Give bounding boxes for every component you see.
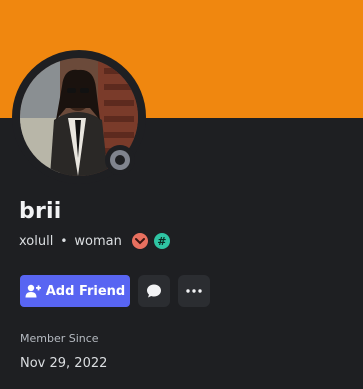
ellipsis-icon — [186, 289, 202, 293]
add-user-icon — [25, 284, 41, 298]
member-since-label: Member Since — [20, 332, 99, 345]
separator-dot: • — [60, 234, 68, 248]
username: xolull — [19, 233, 54, 249]
offline-status-indicator — [105, 145, 135, 175]
add-friend-button[interactable]: Add Friend — [20, 275, 130, 307]
add-friend-label: Add Friend — [45, 283, 126, 299]
message-button[interactable] — [138, 275, 170, 307]
heart-chevron-icon[interactable] — [131, 233, 148, 249]
more-options-button[interactable] — [178, 275, 210, 307]
chat-bubble-icon — [147, 284, 161, 298]
pronouns: woman — [74, 233, 122, 249]
hashtag-icon[interactable]: # — [153, 233, 170, 249]
user-meta-row: xolull • woman # — [19, 232, 170, 250]
display-name: brii — [19, 199, 62, 224]
member-since-date: Nov 29, 2022 — [20, 356, 108, 371]
